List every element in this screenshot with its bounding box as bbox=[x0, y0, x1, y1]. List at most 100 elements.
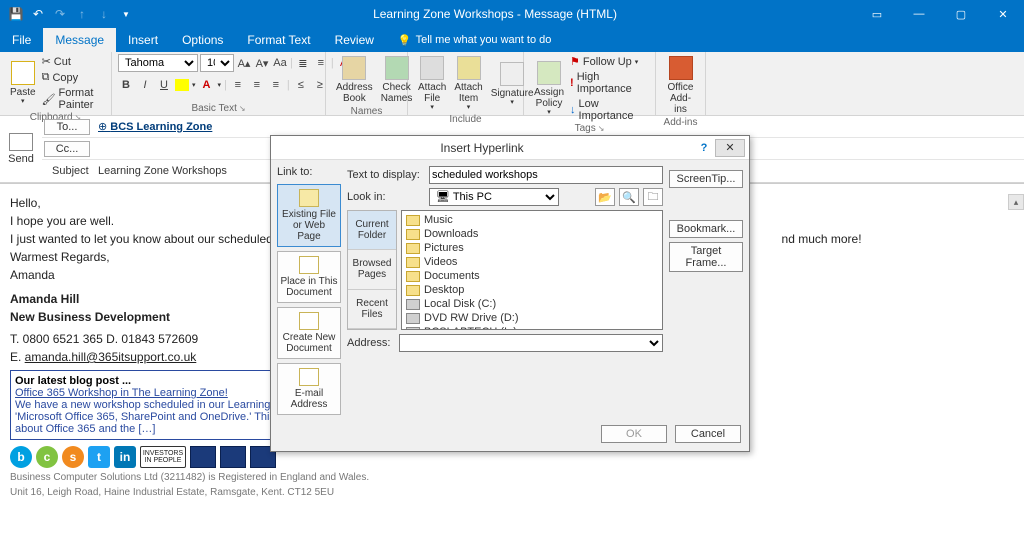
decrease-indent-icon[interactable]: ≤ bbox=[293, 77, 309, 93]
minimize-icon[interactable]: — bbox=[898, 0, 940, 28]
bcs-c-logo-icon: c bbox=[36, 446, 58, 468]
copy-button[interactable]: ⧉Copy bbox=[40, 70, 105, 85]
cc-button[interactable]: Cc... bbox=[44, 141, 90, 157]
file-item[interactable]: DVD RW Drive (D:) bbox=[404, 311, 660, 325]
linkto-existing-file[interactable]: Existing File or Web Page bbox=[277, 184, 341, 247]
high-importance-button[interactable]: !High Importance bbox=[568, 70, 649, 96]
look-in-select[interactable]: 🖥 This PC bbox=[429, 188, 559, 206]
close-icon[interactable]: ✕ bbox=[982, 0, 1024, 28]
attach-item-button[interactable]: Attach Item▾ bbox=[450, 54, 486, 114]
subject-label: Subject bbox=[44, 164, 90, 178]
tab-browsed-pages[interactable]: Browsed Pages bbox=[348, 250, 396, 289]
folder-icon bbox=[406, 229, 420, 240]
follow-up-button[interactable]: ⚑Follow Up▾ bbox=[568, 54, 649, 69]
ok-button[interactable]: OK bbox=[601, 425, 667, 443]
qat-more-icon[interactable]: ▼ bbox=[118, 6, 134, 22]
ribbon-options-icon[interactable]: ▭ bbox=[856, 0, 898, 28]
shrink-font-icon[interactable]: A▾ bbox=[254, 55, 270, 71]
tab-insert[interactable]: Insert bbox=[116, 28, 170, 52]
target-frame-button[interactable]: Target Frame... bbox=[669, 242, 743, 272]
tab-file[interactable]: File bbox=[0, 28, 43, 52]
font-color-icon[interactable]: A bbox=[199, 77, 215, 93]
italic-icon[interactable]: I bbox=[137, 77, 153, 93]
up-folder-icon[interactable]: 📂 bbox=[595, 188, 615, 206]
signature-email-link[interactable]: amanda.hill@365itsupport.co.uk bbox=[25, 350, 197, 364]
twitter-icon[interactable]: t bbox=[88, 446, 110, 468]
tab-recent-files[interactable]: Recent Files bbox=[348, 290, 396, 329]
down-icon[interactable]: ↓ bbox=[96, 6, 112, 22]
browse-file-icon[interactable]: 🗀 bbox=[643, 188, 663, 206]
text-to-display-input[interactable] bbox=[429, 166, 663, 184]
drive-icon bbox=[406, 327, 420, 331]
dialog-launcher-icon[interactable]: ↘ bbox=[239, 104, 246, 113]
format-painter-button[interactable]: 🖌Format Painter bbox=[40, 86, 105, 112]
assign-policy-button[interactable]: Assign Policy▾ bbox=[530, 59, 568, 119]
iso14001-icon bbox=[220, 446, 246, 468]
iso9001-icon bbox=[190, 446, 216, 468]
file-item[interactable]: Downloads bbox=[404, 227, 660, 241]
window-title: Learning Zone Workshops - Message (HTML) bbox=[134, 7, 856, 21]
file-item[interactable]: Videos bbox=[404, 255, 660, 269]
flag-icon: ⚑ bbox=[570, 55, 580, 68]
send-icon bbox=[9, 133, 33, 151]
tell-me[interactable]: 💡 Tell me what you want to do bbox=[386, 28, 551, 52]
align-center-icon[interactable]: ≡ bbox=[249, 77, 265, 93]
font-size-select[interactable]: 10 bbox=[200, 54, 234, 72]
maximize-icon[interactable]: ▢ bbox=[940, 0, 982, 28]
file-item[interactable]: Pictures bbox=[404, 241, 660, 255]
folder-icon bbox=[406, 285, 420, 296]
highlight-icon[interactable] bbox=[175, 79, 189, 91]
file-item[interactable]: Desktop bbox=[404, 283, 660, 297]
file-item[interactable]: Music bbox=[404, 213, 660, 227]
file-item[interactable]: BCSLABTECH (L:) bbox=[404, 325, 660, 330]
dialog-title: Insert Hyperlink bbox=[271, 141, 693, 155]
address-book-button[interactable]: Address Book bbox=[332, 54, 377, 106]
align-right-icon[interactable]: ≡ bbox=[268, 77, 284, 93]
file-list[interactable]: MusicDownloadsPicturesVideosDocumentsDes… bbox=[401, 210, 663, 330]
tab-message[interactable]: Message bbox=[43, 28, 116, 52]
dialog-close-icon[interactable]: ✕ bbox=[715, 139, 745, 157]
arrow-down-icon: ↓ bbox=[570, 104, 576, 116]
file-item[interactable]: Documents bbox=[404, 269, 660, 283]
tab-current-folder[interactable]: Current Folder bbox=[348, 211, 396, 250]
up-icon[interactable]: ↑ bbox=[74, 6, 90, 22]
file-item[interactable]: Local Disk (C:) bbox=[404, 297, 660, 311]
folder-icon bbox=[406, 243, 420, 254]
undo-icon[interactable]: ↶ bbox=[30, 6, 46, 22]
save-icon[interactable]: 💾 bbox=[8, 6, 24, 22]
blog-link[interactable]: Office 365 Workshop in The Learning Zone… bbox=[15, 387, 228, 399]
paste-button[interactable]: Paste▾ bbox=[6, 59, 40, 108]
bold-icon[interactable]: B bbox=[118, 77, 134, 93]
folder-icon bbox=[406, 257, 420, 268]
change-case-icon[interactable]: Aa bbox=[272, 55, 288, 71]
tab-options[interactable]: Options bbox=[170, 28, 235, 52]
font-name-select[interactable]: Tahoma bbox=[118, 54, 198, 72]
underline-icon[interactable]: U bbox=[156, 77, 172, 93]
tab-review[interactable]: Review bbox=[323, 28, 386, 52]
to-field[interactable]: BCS Learning Zone bbox=[96, 118, 1024, 135]
folder-icon bbox=[406, 271, 420, 282]
cancel-button[interactable]: Cancel bbox=[675, 425, 741, 443]
tab-format-text[interactable]: Format Text bbox=[235, 28, 322, 52]
drive-icon bbox=[406, 313, 420, 324]
linkto-create-new-doc[interactable]: Create New Document bbox=[277, 307, 341, 359]
dialog-help-icon[interactable]: ? bbox=[693, 142, 715, 154]
cut-button[interactable]: ✂Cut bbox=[40, 54, 105, 69]
linkto-email-address[interactable]: E-mail Address bbox=[277, 363, 341, 415]
office-addins-button[interactable]: Office Add-ins bbox=[662, 54, 699, 117]
grow-font-icon[interactable]: A▴ bbox=[236, 55, 252, 71]
screentip-button[interactable]: ScreenTip... bbox=[669, 170, 743, 188]
ribbon: Paste▾ ✂Cut ⧉Copy 🖌Format Painter Clipbo… bbox=[0, 52, 1024, 116]
to-button[interactable]: To... bbox=[44, 119, 90, 135]
bullets-icon[interactable]: ≣ bbox=[295, 55, 311, 71]
attach-file-button[interactable]: Attach File▾ bbox=[414, 54, 450, 114]
redo-icon[interactable]: ↷ bbox=[52, 6, 68, 22]
bookmark-button[interactable]: Bookmark... bbox=[669, 220, 743, 238]
send-button[interactable]: Send bbox=[8, 153, 34, 165]
browse-web-icon[interactable]: 🔍 bbox=[619, 188, 639, 206]
linkedin-icon[interactable]: in bbox=[114, 446, 136, 468]
copy-icon: ⧉ bbox=[42, 71, 50, 84]
align-left-icon[interactable]: ≡ bbox=[230, 77, 246, 93]
linkto-place-in-doc[interactable]: Place in This Document bbox=[277, 251, 341, 303]
address-input[interactable] bbox=[399, 334, 663, 352]
